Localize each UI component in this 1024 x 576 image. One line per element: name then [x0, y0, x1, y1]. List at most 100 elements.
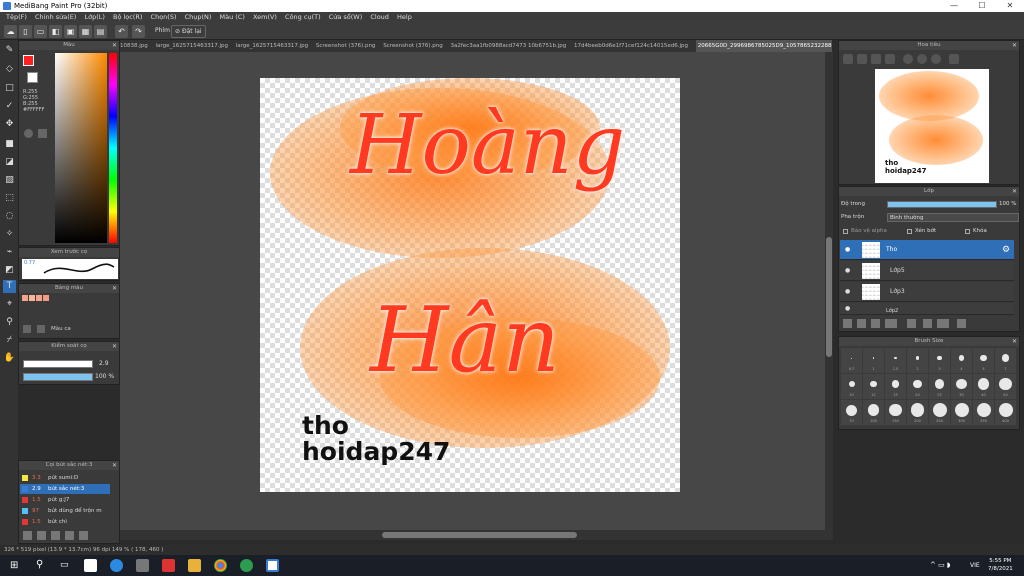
brush-size-option[interactable]: 350 — [973, 400, 994, 425]
brush-size-option[interactable]: 0.7 — [841, 348, 862, 373]
menu-color[interactable]: Màu (C) — [219, 12, 244, 23]
brush-size-option[interactable]: 200 — [907, 400, 928, 425]
panel-close-icon[interactable]: ✕ — [112, 342, 117, 351]
panel-close-icon[interactable]: ✕ — [112, 41, 117, 50]
text-tool-icon[interactable]: T — [3, 280, 16, 293]
brush-size-option[interactable]: 40 — [973, 374, 994, 399]
brush-size-option[interactable]: 12 — [863, 374, 884, 399]
menu-tools[interactable]: Công cụ(T) — [285, 12, 321, 23]
brush-size-option[interactable]: 250 — [929, 400, 950, 425]
clip-checkbox[interactable] — [907, 229, 912, 234]
gradient-tool-icon[interactable]: ▨ — [3, 174, 16, 187]
layer-add-menu-icon[interactable] — [885, 319, 897, 328]
check-tool-icon[interactable]: ✓ — [3, 100, 16, 113]
brush-opacity-slider[interactable] — [23, 373, 93, 381]
task-view-icon[interactable]: ▭ — [60, 560, 69, 570]
rotate-right-icon[interactable] — [931, 54, 941, 64]
chrome-browser-icon[interactable] — [214, 559, 227, 572]
layer-row[interactable]: ● Lớp3 — [840, 282, 1014, 302]
edge-browser-icon[interactable] — [110, 559, 123, 572]
tab-active[interactable]: 20665G0D_2996986785025D9_105786523228861… — [695, 40, 832, 52]
select-rect-icon[interactable]: ⬚ — [3, 192, 16, 205]
palette-swatch-3[interactable] — [36, 295, 42, 301]
menu-cloud[interactable]: Cloud — [370, 12, 389, 23]
panel-close-icon[interactable]: ✕ — [112, 461, 117, 470]
delete-brush-icon[interactable] — [65, 531, 74, 540]
new-1bit-layer-icon[interactable] — [871, 319, 880, 328]
layer-settings-gear-icon[interactable]: ⚙ — [1002, 240, 1010, 260]
close-button[interactable]: ✕ — [996, 0, 1024, 12]
new-palette-icon[interactable] — [23, 325, 31, 333]
panel-close-icon[interactable]: ✕ — [1012, 41, 1017, 50]
pen-tool-icon[interactable]: ✎ — [3, 44, 16, 57]
palette-swatch-2[interactable] — [29, 295, 35, 301]
visibility-eye-icon[interactable]: ● — [845, 303, 850, 314]
menu-window[interactable]: Cửa sổ(W) — [329, 12, 363, 23]
redo-icon[interactable]: ↷ — [132, 25, 145, 38]
brush-list-item[interactable]: 2.9 bút sắc nét:3 — [20, 484, 110, 494]
copy-brush-icon[interactable] — [51, 531, 60, 540]
tab-3[interactable]: large_1625715463317.jpg — [236, 40, 308, 52]
tray-icons[interactable]: ^ ▭ ◗ — [930, 561, 951, 569]
move-tool-icon[interactable]: ✥ — [3, 118, 16, 131]
menu-select[interactable]: Chọn(S) — [151, 12, 177, 23]
protect-alpha-checkbox[interactable] — [843, 229, 848, 234]
palette-swatch-4[interactable] — [43, 295, 49, 301]
merge-layer-icon[interactable] — [937, 319, 949, 328]
cloud-icon[interactable]: ☁ — [4, 25, 17, 38]
visibility-eye-icon[interactable]: ● — [845, 240, 850, 260]
menu-edit[interactable]: Chỉnh sửa(E) — [35, 12, 76, 23]
tab-6[interactable]: 3a2fec3aa1fb0988acd7473 10b6751b.jpg — [450, 40, 566, 52]
visibility-eye-icon[interactable]: ● — [845, 261, 850, 281]
new-halftone-layer-icon[interactable] — [857, 319, 866, 328]
layer-row[interactable]: ● Lớp2 — [840, 303, 1014, 315]
delete-palette-icon[interactable] — [37, 325, 45, 333]
brush-size-option[interactable]: 25 — [929, 374, 950, 399]
zoom-in-icon[interactable] — [857, 54, 867, 64]
brush-size-option[interactable]: 150 — [885, 400, 906, 425]
hue-slider[interactable] — [109, 53, 117, 243]
layer-folder-icon[interactable] — [907, 319, 916, 328]
rotate-reset-icon[interactable] — [917, 54, 927, 64]
folder-icon[interactable] — [79, 531, 88, 540]
blend-mode-select[interactable]: Bình thường — [887, 213, 1019, 222]
actual-size-icon[interactable] — [885, 54, 895, 64]
background-color-swatch[interactable] — [27, 72, 38, 83]
fit-icon[interactable] — [871, 54, 881, 64]
color-wheel-icon[interactable] — [24, 129, 33, 138]
crop-icon[interactable]: ▤ — [94, 25, 107, 38]
brush-list-item[interactable]: 3.3 pút sumi:D — [20, 473, 110, 483]
layer-row-active[interactable]: ● Tho ⚙ — [840, 240, 1014, 260]
tab-7[interactable]: 17d4beeb0d6e1f71cef124c14015ed6.jpg — [574, 40, 688, 52]
brush-size-option[interactable]: 7 — [995, 348, 1016, 373]
flip-icon[interactable] — [949, 54, 959, 64]
visibility-eye-icon[interactable]: ● — [845, 282, 850, 302]
brush-size-option[interactable]: 70 — [841, 400, 862, 425]
undo-icon[interactable]: ↶ — [115, 25, 128, 38]
rotate-left-icon[interactable] — [903, 54, 913, 64]
brush-size-option[interactable]: 4 — [951, 348, 972, 373]
chat-icon[interactable]: ▭ — [34, 25, 47, 38]
duplicate-layer-icon[interactable] — [923, 319, 932, 328]
brush-size-option[interactable]: 20 — [907, 374, 928, 399]
layer-row[interactable]: ● Lớp5 — [840, 261, 1014, 281]
canvas-document[interactable]: Hoàng Hân tho hoidap247 — [260, 78, 680, 492]
color-settings-icon[interactable] — [38, 129, 47, 138]
brush-size-slider[interactable] — [23, 360, 93, 368]
select-eraser-icon[interactable]: ◩ — [3, 264, 16, 277]
brush-size-option[interactable]: 300 — [951, 400, 972, 425]
brush-size-option[interactable]: 10 — [841, 374, 862, 399]
brush-size-option[interactable]: 400 — [995, 400, 1016, 425]
tab-1[interactable]: 10838.jpg — [120, 40, 148, 52]
delete-layer-icon[interactable] — [957, 319, 966, 328]
clock[interactable]: 5:55 PM 7/8/2021 — [988, 557, 1013, 573]
eraser-tool-icon[interactable]: ◇ — [3, 63, 16, 76]
brush-size-option[interactable]: 15 — [885, 374, 906, 399]
zoom-out-icon[interactable] — [843, 54, 853, 64]
window-icon[interactable]: ▣ — [64, 25, 77, 38]
brush-list-item[interactable]: 97 bút dùng để trộn m — [20, 506, 110, 516]
add-brush-icon[interactable] — [23, 531, 32, 540]
layer-opacity-slider[interactable] — [887, 201, 997, 208]
brush-size-option[interactable]: 1.5 — [885, 348, 906, 373]
operation-tool-icon[interactable]: ⌖ — [3, 298, 16, 311]
